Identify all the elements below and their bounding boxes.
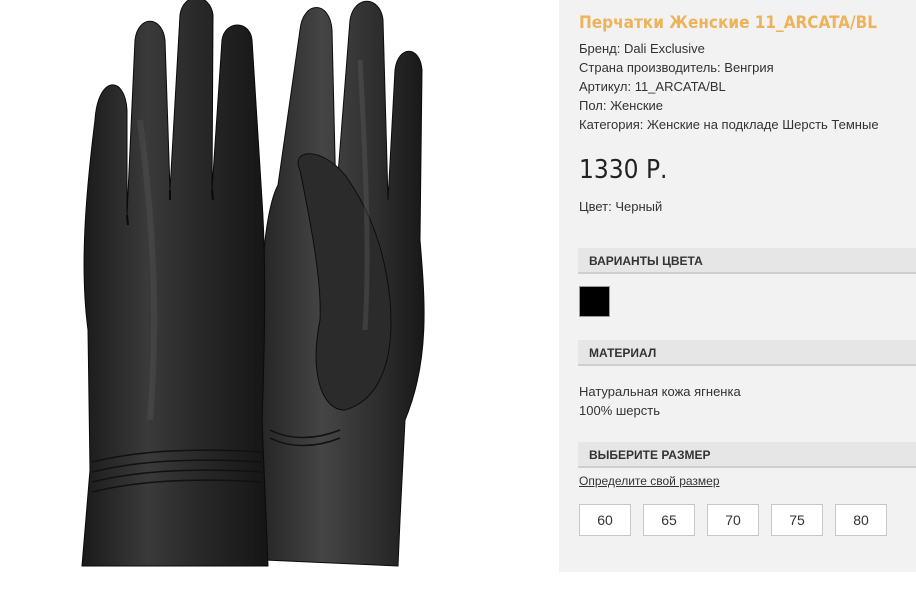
brand-attribute: Бренд: Dali Exclusive [579,41,705,56]
color-swatch-black[interactable] [579,286,610,317]
size-option-70[interactable]: 70 [707,504,759,536]
size-option-65[interactable]: 65 [643,504,695,536]
size-option-75[interactable]: 75 [771,504,823,536]
product-price: 1330 Р. [579,155,668,185]
size-header: ВЫБЕРИТЕ РАЗМЕР [578,442,916,468]
material-line-1: Натуральная кожа ягненка [579,384,741,399]
sku-attribute: Артикул: 11_ARCATA/BL [579,79,726,94]
size-option-60[interactable]: 60 [579,504,631,536]
material-line-2: 100% шерсть [579,403,660,418]
size-option-80[interactable]: 80 [835,504,887,536]
category-attribute: Категория: Женские на подкладе Шерсть Те… [579,117,879,132]
gender-attribute: Пол: Женские [579,98,664,113]
material-header: МАТЕРИАЛ [578,340,916,366]
product-title: Перчатки Женские 11_ARCATA/BL [579,13,877,33]
product-info-panel: Перчатки Женские 11_ARCATA/BL Бренд: Dal… [559,0,916,572]
country-attribute: Страна производитель: Венгрия [579,60,774,75]
size-guide-link[interactable]: Определите свой размер [579,474,720,488]
product-image[interactable] [0,0,559,572]
color-variants-header: ВАРИАНТЫ ЦВЕТА [578,248,916,274]
color-label: Цвет: Черный [579,199,663,214]
